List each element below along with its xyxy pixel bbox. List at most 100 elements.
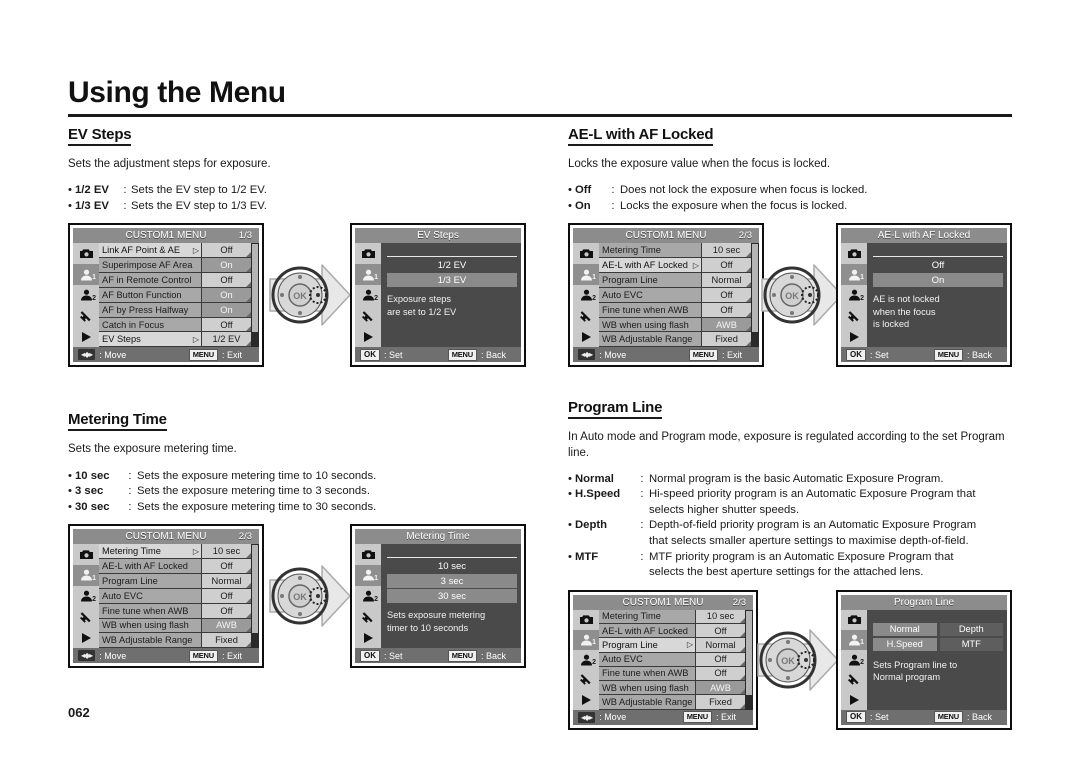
menu-row-value[interactable]: 1/2 EV: [201, 332, 251, 347]
menu-row[interactable]: AF Button Function On: [99, 287, 251, 303]
menu-row[interactable]: EV Steps1/2 EV: [99, 332, 251, 348]
rail-item-setup[interactable]: [573, 670, 599, 690]
menu-row-value[interactable]: Off: [201, 243, 251, 258]
lcd-scrollbar[interactable]: [251, 243, 259, 348]
rail-item-setup[interactable]: [355, 607, 381, 628]
menu-row-value[interactable]: Off: [695, 652, 745, 667]
rail-item-custom1[interactable]: 1: [841, 264, 867, 285]
menu-row[interactable]: Program LineNormal: [99, 573, 251, 589]
menu-row[interactable]: Metering Time10 sec: [599, 243, 751, 259]
menu-row-value[interactable]: 10 sec: [201, 544, 251, 559]
rail-item-setup[interactable]: [73, 306, 99, 327]
rail-item-playback[interactable]: [841, 327, 867, 348]
menu-row[interactable]: Program LineNormal: [599, 638, 745, 653]
menu-button-badge[interactable]: MENU: [933, 711, 963, 724]
menu-row[interactable]: AE-L with AF LockedOff: [599, 624, 745, 639]
menu-row[interactable]: WB when using flash AWB: [599, 317, 751, 333]
rail-item-custom2[interactable]: 2: [841, 650, 867, 670]
detail-option[interactable]: 3 sec: [387, 574, 517, 589]
menu-row-value[interactable]: Off: [701, 287, 751, 302]
menu-row-value[interactable]: Off: [201, 603, 251, 618]
rail-item-custom1[interactable]: 1: [573, 264, 599, 285]
menu-row[interactable]: Link AF Point & AEOff: [99, 243, 251, 259]
rail-item-custom1[interactable]: 1: [73, 264, 99, 285]
menu-row-value[interactable]: Off: [695, 624, 745, 638]
rail-item-playback[interactable]: [73, 327, 99, 348]
scrollbar-thumb[interactable]: [252, 545, 258, 633]
menu-button-badge[interactable]: MENU: [933, 348, 963, 361]
rail-item-playback[interactable]: [841, 690, 867, 710]
menu-button-badge[interactable]: MENU: [447, 649, 477, 662]
menu-row[interactable]: Superimpose AF Area On: [99, 258, 251, 274]
menu-row[interactable]: Auto EVC Off: [599, 287, 751, 303]
menu-row[interactable]: Metering Time10 sec: [99, 544, 251, 560]
ok-button-badge[interactable]: OK: [846, 711, 866, 724]
detail-option[interactable]: On: [873, 273, 1003, 288]
rail-item-setup[interactable]: [841, 670, 867, 690]
menu-row-value[interactable]: AWB: [695, 681, 745, 695]
menu-row[interactable]: Catch in Focus Off: [99, 317, 251, 333]
menu-row-value[interactable]: Off: [201, 273, 251, 287]
menu-button-badge[interactable]: MENU: [447, 348, 477, 361]
menu-row-value[interactable]: Normal: [701, 273, 751, 287]
menu-row-value[interactable]: Fixed: [201, 633, 251, 648]
detail-option[interactable]: MTF: [939, 637, 1003, 651]
rail-item-camera[interactable]: [73, 243, 99, 264]
ok-button-badge[interactable]: OK: [360, 649, 380, 662]
ok-button-badge[interactable]: OK: [846, 348, 866, 361]
detail-option[interactable]: 10 sec: [387, 559, 517, 573]
rail-item-camera[interactable]: [841, 243, 867, 264]
rail-item-custom2[interactable]: 2: [573, 285, 599, 306]
menu-row-value[interactable]: Off: [701, 302, 751, 317]
rail-item-camera[interactable]: [841, 610, 867, 630]
menu-row-value[interactable]: 10 sec: [695, 609, 745, 624]
detail-option[interactable]: Normal: [873, 622, 937, 636]
rail-item-camera[interactable]: [573, 243, 599, 264]
rail-item-custom2[interactable]: 2: [355, 586, 381, 607]
menu-row-value[interactable]: AWB: [201, 618, 251, 633]
menu-row-value[interactable]: On: [201, 258, 251, 273]
menu-row-value[interactable]: Off: [695, 666, 745, 681]
rail-item-playback[interactable]: [573, 327, 599, 348]
menu-row-value[interactable]: Off: [201, 559, 251, 573]
menu-row[interactable]: AE-L with AF LockedOff: [599, 258, 751, 274]
menu-row[interactable]: AE-L with AF LockedOff: [99, 559, 251, 574]
rail-item-custom1[interactable]: 1: [355, 565, 381, 586]
rail-item-camera[interactable]: [73, 544, 99, 565]
menu-row-value[interactable]: 10 sec: [701, 243, 751, 258]
menu-row[interactable]: WB Adjustable Range Fixed: [599, 332, 751, 348]
menu-row-value[interactable]: Normal: [201, 573, 251, 588]
menu-row[interactable]: Fine tune when AWB Off: [99, 603, 251, 619]
rail-item-camera[interactable]: [573, 610, 599, 630]
menu-row-value[interactable]: Off: [201, 317, 251, 332]
rail-item-custom2[interactable]: 2: [73, 586, 99, 607]
menu-row[interactable]: Fine tune when AWB Off: [599, 666, 745, 682]
menu-row-value[interactable]: Off: [701, 258, 751, 273]
detail-option[interactable]: Depth: [939, 622, 1003, 636]
menu-button-badge[interactable]: MENU: [688, 348, 718, 361]
menu-row-value[interactable]: Normal: [695, 638, 745, 652]
rail-item-setup[interactable]: [573, 306, 599, 327]
rail-item-camera[interactable]: [355, 544, 381, 565]
detail-option[interactable]: 30 sec: [387, 589, 517, 604]
rail-item-custom2[interactable]: 2: [355, 285, 381, 306]
rail-item-playback[interactable]: [573, 690, 599, 710]
rail-item-playback[interactable]: [73, 627, 99, 648]
rail-item-custom1[interactable]: 1: [73, 565, 99, 586]
menu-row[interactable]: Metering Time10 sec: [599, 609, 745, 624]
menu-row-value[interactable]: On: [201, 287, 251, 302]
menu-row[interactable]: AF by Press Halfway On: [99, 302, 251, 318]
menu-row-value[interactable]: On: [201, 302, 251, 317]
rail-item-custom2[interactable]: 2: [73, 285, 99, 306]
menu-row[interactable]: AF in Remote Control Off: [99, 273, 251, 288]
rail-item-playback[interactable]: [355, 327, 381, 348]
menu-row[interactable]: WB Adjustable Range Fixed: [599, 695, 745, 710]
rail-item-setup[interactable]: [355, 306, 381, 327]
scrollbar-thumb[interactable]: [252, 244, 258, 333]
menu-row-value[interactable]: Fixed: [695, 695, 745, 709]
ok-button-badge[interactable]: OK: [360, 348, 380, 361]
menu-row-value[interactable]: Off: [201, 588, 251, 603]
menu-row[interactable]: Auto EVC Off: [99, 588, 251, 604]
menu-row[interactable]: WB when using flash AWB: [599, 681, 745, 696]
rail-item-custom1[interactable]: 1: [573, 629, 599, 650]
